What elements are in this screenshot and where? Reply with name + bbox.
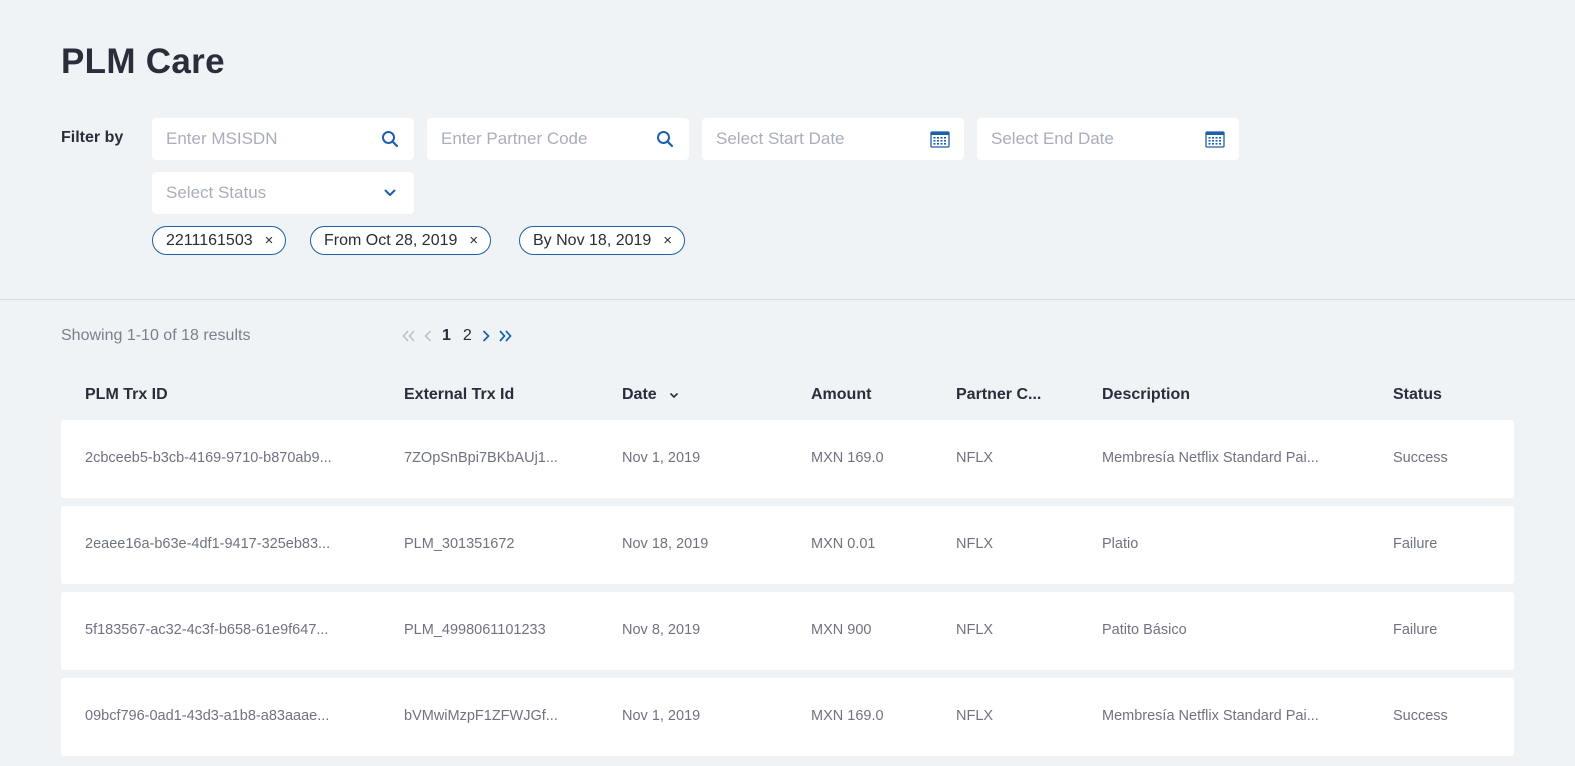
- cell-amount: MXN 900: [811, 622, 872, 638]
- table-row[interactable]: 2eaee16a-b63e-4df1-9417-325eb83... PLM_3…: [61, 506, 1514, 584]
- start-date-picker[interactable]: [702, 118, 964, 160]
- cell-date: Nov 18, 2019: [622, 536, 709, 552]
- search-icon[interactable]: [380, 129, 400, 149]
- close-icon[interactable]: ×: [663, 233, 672, 248]
- cell-description: Membresía Netflix Standard Pai...: [1102, 450, 1319, 466]
- start-date-input[interactable]: [716, 129, 930, 149]
- filter-chip-end-date: By Nov 18, 2019 ×: [519, 226, 686, 255]
- cell-partner-code: NFLX: [956, 622, 994, 638]
- calendar-icon[interactable]: [1205, 129, 1225, 149]
- next-page-icon[interactable]: [482, 325, 490, 347]
- sort-desc-icon[interactable]: [669, 386, 679, 404]
- cell-plm-trx-id: 2cbceeb5-b3cb-4169-9710-b870ab9...: [85, 450, 332, 466]
- table-header: PLM Trx ID External Trx Id Date Amount P…: [61, 384, 1514, 408]
- cell-plm-trx-id: 09bcf796-0ad1-43d3-a1b8-a83aaae...: [85, 708, 330, 724]
- filter-chip-msisdn: 2211161503 ×: [152, 226, 287, 255]
- status-select[interactable]: Select Status: [152, 172, 414, 214]
- table-row[interactable]: 2cbceeb5-b3cb-4169-9710-b870ab9... 7ZOpS…: [61, 420, 1514, 498]
- results-summary: Showing 1-10 of 18 results: [61, 327, 251, 344]
- filter-chip-start-date: From Oct 28, 2019 ×: [310, 226, 492, 255]
- msisdn-search-field[interactable]: [152, 118, 414, 160]
- cell-partner-code: NFLX: [956, 536, 994, 552]
- column-header-status[interactable]: Status: [1393, 386, 1442, 404]
- cell-date: Nov 8, 2019: [622, 622, 701, 638]
- calendar-icon[interactable]: [930, 129, 950, 149]
- column-header-amount[interactable]: Amount: [811, 386, 871, 404]
- column-header-date[interactable]: Date: [622, 386, 679, 404]
- first-page-icon[interactable]: [402, 325, 416, 347]
- end-date-picker[interactable]: [977, 118, 1239, 160]
- column-header-description[interactable]: Description: [1102, 386, 1190, 404]
- page-title: PLM Care: [61, 42, 225, 81]
- column-header-external-trx-id[interactable]: External Trx Id: [404, 386, 514, 404]
- column-header-date-label: Date: [622, 386, 657, 404]
- page-number-1[interactable]: 1: [440, 325, 453, 347]
- cell-external-trx-id: PLM_4998061101233: [404, 622, 546, 638]
- last-page-icon[interactable]: [498, 325, 512, 347]
- status-select-placeholder: Select Status: [166, 183, 267, 202]
- cell-plm-trx-id: 5f183567-ac32-4c3f-b658-61e9f647...: [85, 622, 329, 638]
- cell-description: Patito Básico: [1102, 622, 1187, 638]
- close-icon[interactable]: ×: [265, 233, 274, 248]
- cell-external-trx-id: 7ZOpSnBpi7BKbAUj1...: [404, 450, 558, 466]
- column-header-plm-trx-id[interactable]: PLM Trx ID: [85, 386, 168, 404]
- cell-date: Nov 1, 2019: [622, 450, 701, 466]
- table-row[interactable]: 09bcf796-0ad1-43d3-a1b8-a83aaae... bVMwi…: [61, 678, 1514, 756]
- cell-partner-code: NFLX: [956, 450, 994, 466]
- cell-status: Failure: [1393, 622, 1438, 638]
- filter-chip-label: By Nov 18, 2019: [533, 231, 652, 249]
- prev-page-icon[interactable]: [424, 325, 432, 347]
- cell-amount: MXN 0.01: [811, 536, 876, 552]
- search-icon[interactable]: [655, 129, 675, 149]
- filter-chip-label: From Oct 28, 2019: [324, 231, 458, 249]
- pagination: 1 2: [402, 325, 512, 347]
- cell-description: Membresía Netflix Standard Pai...: [1102, 708, 1319, 724]
- cell-external-trx-id: PLM_301351672: [404, 536, 515, 552]
- page-number-2[interactable]: 2: [461, 325, 474, 347]
- filter-label: Filter by: [61, 129, 124, 146]
- cell-status: Failure: [1393, 536, 1438, 552]
- close-icon[interactable]: ×: [469, 233, 478, 248]
- cell-plm-trx-id: 2eaee16a-b63e-4df1-9417-325eb83...: [85, 536, 331, 552]
- section-divider: [0, 299, 1575, 300]
- cell-status: Success: [1393, 708, 1448, 724]
- chevron-down-icon[interactable]: [380, 183, 400, 203]
- partner-code-input[interactable]: [441, 129, 655, 149]
- partner-code-search-field[interactable]: [427, 118, 689, 160]
- table-row[interactable]: 5f183567-ac32-4c3f-b658-61e9f647... PLM_…: [61, 592, 1514, 670]
- cell-status: Success: [1393, 450, 1448, 466]
- cell-amount: MXN 169.0: [811, 450, 884, 466]
- filter-chip-label: 2211161503: [166, 231, 253, 249]
- msisdn-input[interactable]: [166, 129, 380, 149]
- column-header-partner-code[interactable]: Partner C...: [956, 386, 1041, 404]
- cell-description: Platio: [1102, 536, 1139, 552]
- cell-amount: MXN 169.0: [811, 708, 884, 724]
- cell-external-trx-id: bVMwiMzpF1ZFWJGf...: [404, 708, 558, 724]
- cell-partner-code: NFLX: [956, 708, 994, 724]
- cell-date: Nov 1, 2019: [622, 708, 701, 724]
- end-date-input[interactable]: [991, 129, 1205, 149]
